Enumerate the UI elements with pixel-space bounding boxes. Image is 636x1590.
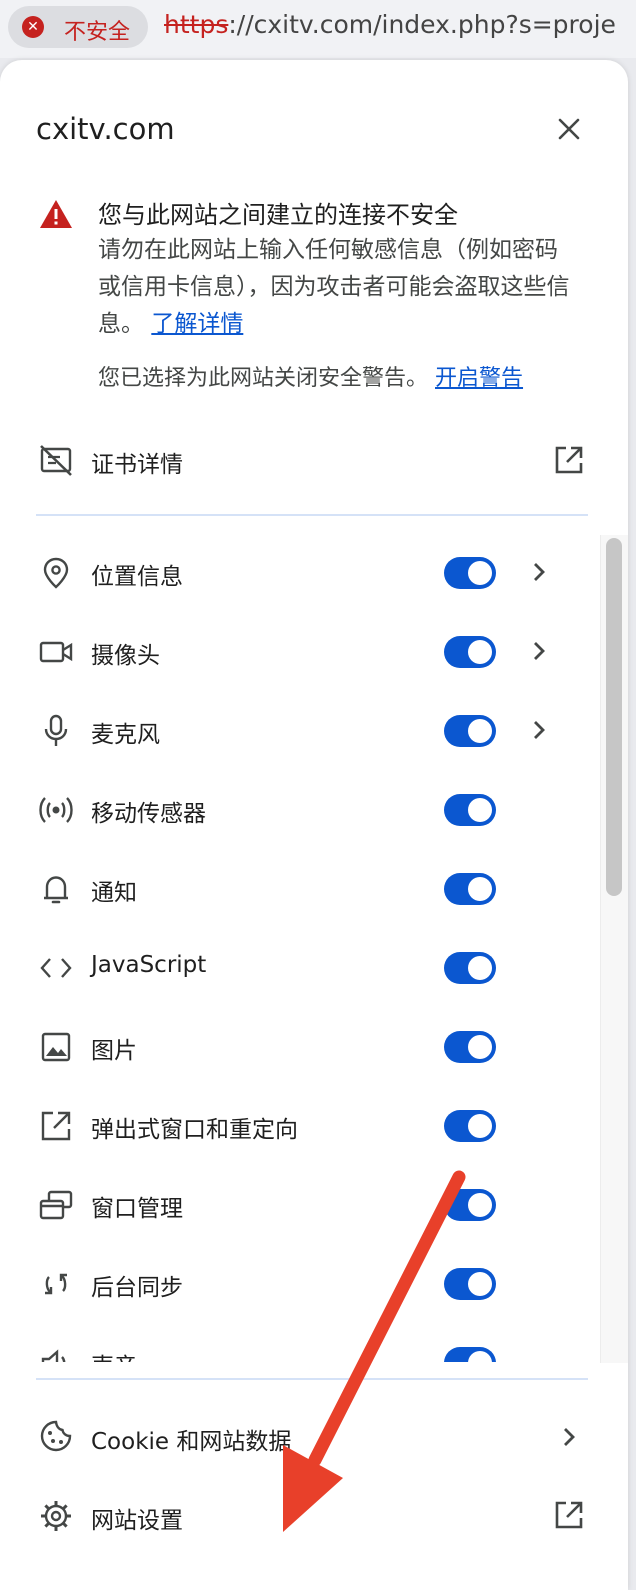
toggle-knob: [468, 1193, 492, 1217]
permission-toggle[interactable]: [444, 873, 496, 905]
toggle-knob: [468, 956, 492, 980]
permission-toggle[interactable]: [444, 1268, 496, 1300]
chevron-right-icon[interactable]: [526, 715, 552, 745]
open-external-icon[interactable]: [552, 1498, 586, 1532]
chevron-right-icon[interactable]: [526, 636, 552, 666]
divider: [36, 1378, 588, 1380]
window-management-icon: [39, 1190, 73, 1220]
permission-row-background-sync[interactable]: 后台同步: [0, 1244, 600, 1323]
toggle-knob: [468, 798, 492, 822]
permission-label: 移动传感器: [91, 801, 206, 827]
cookies-label: Cookie 和网站数据: [91, 1429, 292, 1455]
toggle-knob: [468, 1114, 492, 1138]
close-icon[interactable]: [552, 112, 586, 146]
toggle-knob: [468, 877, 492, 901]
location-pin-icon: [43, 557, 69, 589]
open-in-new-icon: [41, 1111, 71, 1141]
security-chip-label: 不安全: [64, 20, 131, 45]
site-settings-label: 网站设置: [91, 1508, 183, 1534]
url-text[interactable]: https://cxitv.com/index.php?s=proje: [164, 10, 616, 39]
permission-row-window-management[interactable]: 窗口管理: [0, 1165, 600, 1244]
chevron-right-icon[interactable]: [556, 1422, 582, 1452]
permission-toggle[interactable]: [444, 557, 496, 589]
site-info-popup: cxitv.com 您与此网站之间建立的连接不安全 请勿在此网站上输入任何敏感信…: [0, 60, 628, 1590]
code-icon: [40, 958, 72, 978]
address-bar: ✕ 不安全 https://cxitv.com/index.php?s=proj…: [0, 0, 636, 58]
url-rest: ://cxitv.com/index.php?s=proje: [228, 10, 616, 39]
permission-row-javascript[interactable]: JavaScript: [0, 928, 600, 1007]
permission-row-notifications[interactable]: 通知: [0, 849, 600, 928]
warning-body: 请勿在此网站上输入任何敏感信息（例如密码或信用卡信息），因为攻击者可能会盗取这些…: [98, 232, 578, 343]
permission-toggle[interactable]: [444, 1189, 496, 1221]
warning-triangle-icon: [40, 200, 72, 228]
permission-row-sound[interactable]: 声音: [0, 1323, 600, 1362]
security-chip[interactable]: ✕ 不安全: [8, 6, 148, 48]
permission-row-camera[interactable]: 摄像头: [0, 612, 600, 691]
scrollbar-thumb[interactable]: [606, 538, 622, 896]
permission-toggle[interactable]: [444, 952, 496, 984]
camera-icon: [39, 641, 73, 663]
permission-label: JavaScript: [91, 952, 207, 978]
certificate-off-icon: [40, 445, 72, 476]
permission-row-popups[interactable]: 弹出式窗口和重定向: [0, 1086, 600, 1165]
permission-row-sensors[interactable]: 移动传感器: [0, 770, 600, 849]
sync-icon: [45, 1273, 67, 1295]
warnings-disabled-text: 您已选择为此网站关闭安全警告。: [98, 366, 429, 391]
learn-more-link[interactable]: 了解详情: [151, 311, 243, 337]
toggle-knob: [468, 561, 492, 585]
permission-label: 通知: [91, 880, 137, 906]
permission-label: 麦克风: [91, 722, 160, 748]
permission-label: 摄像头: [91, 643, 160, 669]
permission-toggle[interactable]: [444, 1347, 496, 1362]
open-external-icon[interactable]: [552, 443, 586, 477]
toggle-knob: [468, 640, 492, 664]
toggle-knob: [468, 1272, 492, 1296]
permission-toggle[interactable]: [444, 1031, 496, 1063]
warning-title: 您与此网站之间建立的连接不安全: [98, 201, 458, 229]
volume-icon: [41, 1349, 66, 1362]
permission-row-microphone[interactable]: 麦克风: [0, 691, 600, 770]
permissions-list[interactable]: 位置信息 摄像头 麦克风 移动传感器 通知 JavaScript 图片 弹出式窗…: [0, 530, 628, 1362]
permission-toggle[interactable]: [444, 715, 496, 747]
toggle-knob: [468, 1035, 492, 1059]
microphone-icon: [44, 714, 68, 746]
image-icon: [41, 1032, 71, 1062]
cookie-icon: [40, 1420, 72, 1452]
toggle-knob: [468, 1351, 492, 1362]
permission-label: 弹出式窗口和重定向: [91, 1117, 298, 1143]
permission-label: 窗口管理: [91, 1196, 183, 1222]
permission-label: 图片: [91, 1038, 137, 1064]
warnings-disabled-note: 您已选择为此网站关闭安全警告。 开启警告: [98, 360, 523, 392]
error-x-icon: ✕: [22, 16, 44, 38]
permission-label: 位置信息: [91, 564, 183, 590]
chevron-right-icon[interactable]: [526, 557, 552, 587]
bell-icon: [44, 876, 68, 904]
permission-toggle[interactable]: [444, 794, 496, 826]
enable-warnings-link[interactable]: 开启警告: [435, 366, 523, 391]
permission-toggle[interactable]: [444, 636, 496, 668]
certificate-label: 证书详情: [91, 452, 183, 478]
sensors-icon: [39, 797, 73, 823]
popup-site-title: cxitv.com: [36, 112, 175, 146]
url-scheme: https: [164, 10, 229, 39]
permission-label: 后台同步: [91, 1275, 183, 1301]
gear-icon: [41, 1501, 71, 1531]
permission-row-images[interactable]: 图片: [0, 1007, 600, 1086]
permission-label: 声音: [91, 1347, 137, 1362]
toggle-knob: [468, 719, 492, 743]
divider: [36, 514, 588, 516]
permission-toggle[interactable]: [444, 1110, 496, 1142]
permission-row-location[interactable]: 位置信息: [0, 533, 600, 612]
